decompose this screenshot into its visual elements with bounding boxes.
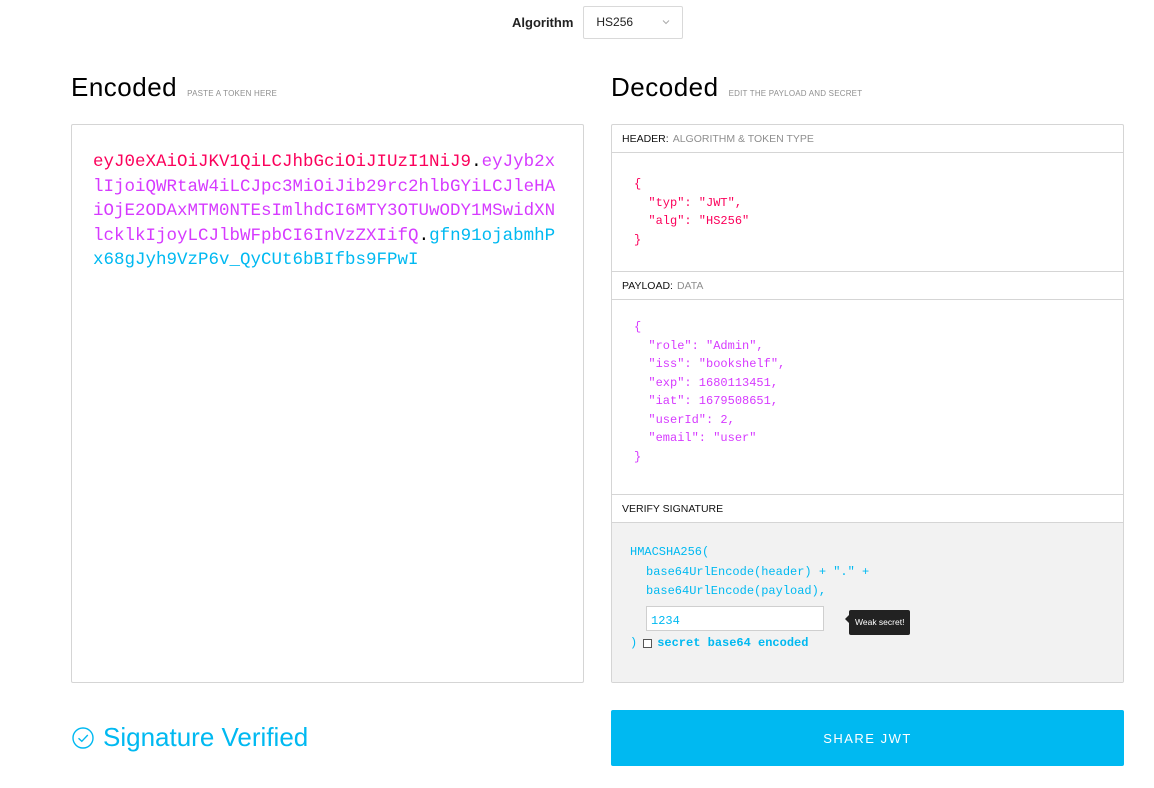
header-json-editor[interactable]: { "typ": "JWT", "alg": "HS256" } bbox=[612, 153, 1123, 272]
decoded-panel: HEADER: ALGORITHM & TOKEN TYPE { "typ": … bbox=[611, 124, 1124, 683]
secret-row: 1234 Weak secret! bbox=[646, 605, 1123, 635]
payload-json-editor[interactable]: { "role": "Admin", "iss": "bookshelf", "… bbox=[612, 300, 1123, 495]
decoded-title: Decoded bbox=[611, 72, 719, 102]
encoded-subtitle: PASTE A TOKEN HERE bbox=[187, 89, 278, 98]
secret-base64-label[interactable]: secret base64 encoded bbox=[657, 634, 808, 654]
share-jwt-button[interactable]: SHARE JWT bbox=[611, 710, 1124, 766]
hmac-function-open: HMACSHA256( bbox=[630, 545, 710, 559]
secret-input[interactable]: 1234 bbox=[646, 605, 824, 631]
payload-section-desc: DATA bbox=[676, 279, 704, 292]
token-dot: . bbox=[471, 152, 482, 172]
check-circle-icon bbox=[72, 726, 94, 749]
verify-section-label: VERIFY SIGNATURE bbox=[622, 502, 724, 515]
decoded-heading: Decoded EDIT THE PAYLOAD AND SECRET bbox=[611, 72, 862, 103]
verify-section-title: VERIFY SIGNATURE bbox=[612, 495, 1123, 523]
encoded-title: Encoded bbox=[71, 72, 178, 102]
signature-status: Signature Verified bbox=[71, 722, 308, 753]
hmac-header-line: base64UrlEncode(header) + "." + bbox=[646, 564, 870, 579]
header-section-label: HEADER: bbox=[622, 132, 669, 145]
secret-base64-checkbox[interactable] bbox=[643, 638, 653, 648]
decoded-subtitle: EDIT THE PAYLOAD AND SECRET bbox=[728, 89, 863, 98]
token-dot: . bbox=[418, 225, 430, 246]
hmac-payload-line: base64UrlEncode(payload), bbox=[646, 584, 827, 598]
token-header-part: eyJ0eXAiOiJKV1QiLCJhbGciOiJIUzI1NiJ9 bbox=[93, 152, 472, 172]
algorithm-select[interactable]: HS256 bbox=[583, 5, 684, 39]
algorithm-label: Algorithm bbox=[512, 14, 574, 30]
verify-signature-area: HMACSHA256( base64UrlEncode(header) + ".… bbox=[612, 523, 1123, 682]
algorithm-value: HS256 bbox=[596, 15, 634, 29]
header-section-title: HEADER: ALGORITHM & TOKEN TYPE bbox=[612, 125, 1123, 153]
hmac-close-paren: ) bbox=[630, 635, 638, 650]
chevron-down-icon bbox=[663, 20, 670, 25]
payload-section-label: PAYLOAD: bbox=[622, 279, 673, 292]
weak-secret-tooltip: Weak secret! bbox=[844, 609, 911, 635]
encoded-heading: Encoded PASTE A TOKEN HERE bbox=[71, 72, 277, 103]
algorithm-selector-row: Algorithm HS256 bbox=[512, 5, 684, 39]
signature-status-text: Signature Verified bbox=[103, 722, 309, 752]
header-section-desc: ALGORITHM & TOKEN TYPE bbox=[672, 132, 814, 145]
payload-section-title: PAYLOAD: DATA bbox=[612, 272, 1123, 300]
encoded-token-input[interactable]: eyJ0eXAiOiJKV1QiLCJhbGciOiJIUzI1NiJ9.eyJ… bbox=[71, 124, 584, 683]
base64-option-row: ) secret base64 encoded bbox=[630, 634, 1123, 654]
